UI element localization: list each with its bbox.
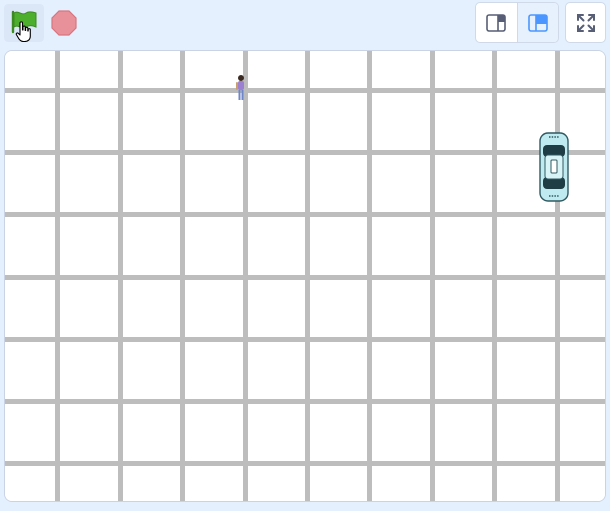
small-stage-layout-icon: [486, 13, 507, 32]
stage-canvas[interactable]: [4, 50, 606, 502]
green-flag-icon: [11, 10, 37, 42]
large-stage-button[interactable]: [517, 3, 558, 42]
street-horizontal: [5, 275, 605, 280]
street-horizontal: [5, 88, 605, 93]
stage-scene: [5, 51, 605, 501]
fullscreen-icon: [576, 13, 595, 32]
street-horizontal: [5, 150, 605, 155]
stage-toolbar: [0, 0, 610, 48]
street-horizontal: [5, 337, 605, 342]
stage-size-toggle: [475, 2, 559, 43]
stop-sign-icon: [51, 10, 77, 36]
street-horizontal: [5, 461, 605, 466]
street-horizontal: [5, 399, 605, 404]
fullscreen-button[interactable]: [565, 2, 606, 43]
street-horizontal: [5, 212, 605, 217]
stop-button[interactable]: [46, 4, 82, 42]
taxi-car-sprite: [539, 132, 569, 202]
large-stage-layout-icon: [527, 13, 548, 32]
small-stage-button[interactable]: [476, 3, 518, 42]
green-flag-button[interactable]: [4, 4, 44, 42]
